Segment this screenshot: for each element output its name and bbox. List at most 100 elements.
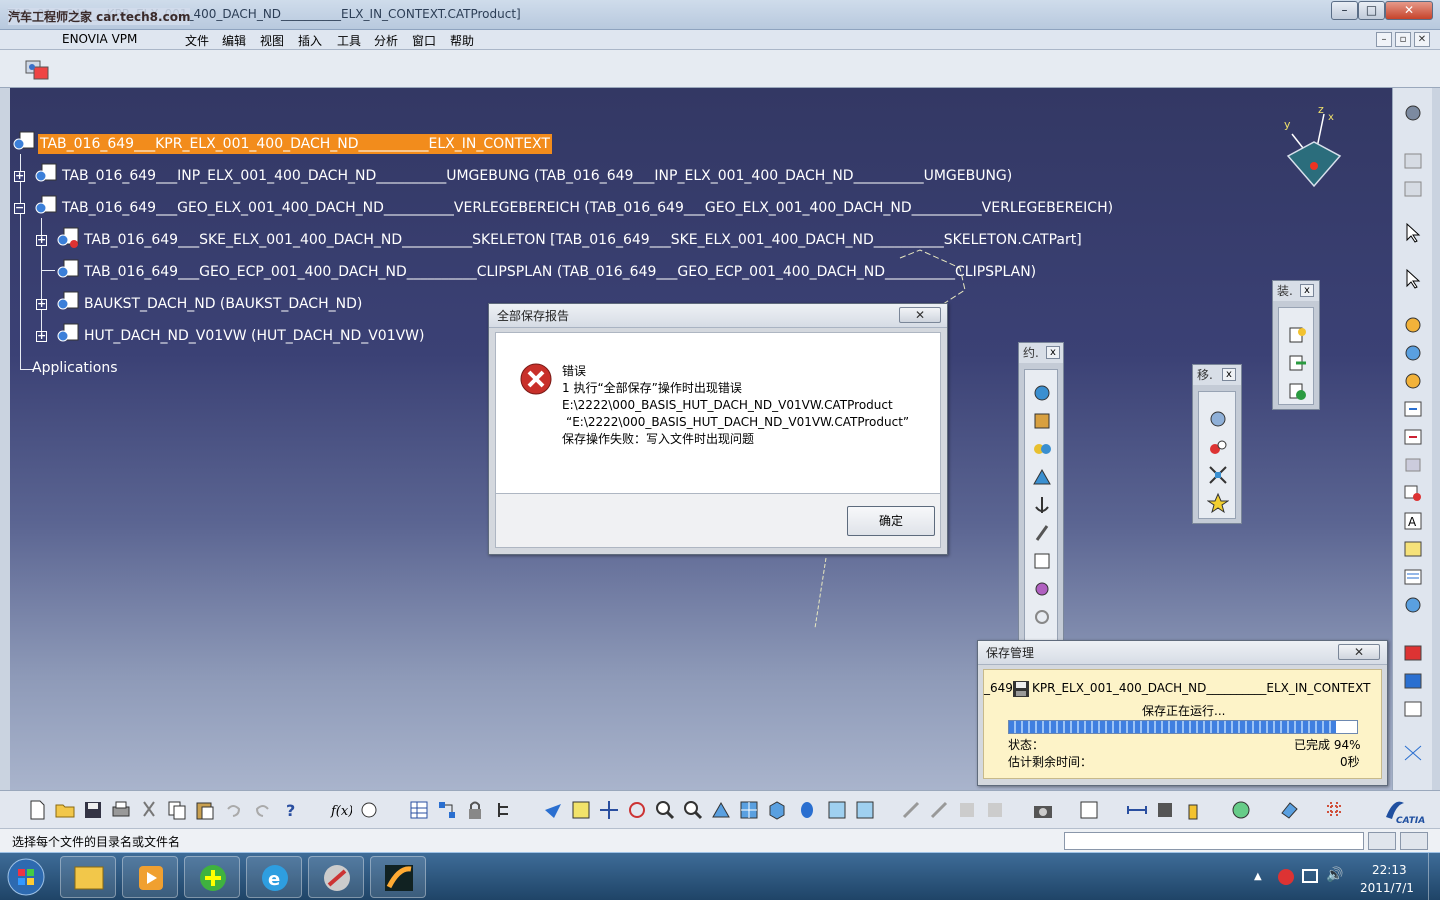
image-taskbar-button[interactable] — [370, 856, 426, 898]
fly-icon[interactable] — [542, 799, 564, 821]
formula-icon[interactable]: f(x) — [330, 799, 353, 821]
iso-view-icon[interactable] — [766, 799, 788, 821]
copy-icon[interactable] — [166, 799, 188, 821]
constraint-icon[interactable] — [1031, 550, 1053, 572]
new-icon[interactable] — [26, 799, 48, 821]
undo-icon[interactable] — [222, 799, 244, 821]
tree-expand-icon[interactable] — [494, 799, 516, 821]
manipulate-icon[interactable] — [1207, 408, 1229, 430]
snap-icon[interactable] — [1207, 436, 1229, 458]
normal-view-icon[interactable] — [710, 799, 732, 821]
expand-button[interactable]: + — [36, 234, 47, 246]
status-button[interactable] — [1400, 832, 1428, 850]
minimize-button[interactable]: – — [1331, 1, 1358, 20]
explorer-taskbar-button[interactable] — [60, 856, 116, 898]
camera-icon[interactable] — [1032, 799, 1054, 821]
tray-arrow-icon[interactable]: ▲ — [1254, 871, 1262, 882]
anchor-icon[interactable] — [1031, 494, 1053, 516]
tree-node[interactable]: TAB_016_649___INP_ELX_001_400_DACH_ND___… — [60, 166, 1014, 186]
menu-insert[interactable]: 插入 — [298, 32, 322, 49]
show-desktop-button[interactable] — [1428, 853, 1440, 900]
maximize-button[interactable]: □ — [1358, 1, 1385, 20]
network-icon[interactable] — [1302, 869, 1318, 883]
workbench-icon[interactable] — [24, 58, 52, 82]
select-arrow-icon[interactable] — [1401, 268, 1425, 290]
clock-time[interactable]: 22:13 — [1372, 863, 1407, 877]
clash-icon[interactable] — [1206, 492, 1230, 514]
select-arrow-icon[interactable] — [1401, 222, 1425, 244]
gear-icon[interactable] — [1401, 314, 1425, 336]
grid-icon[interactable] — [1401, 150, 1425, 172]
volume-icon[interactable]: 🔊 — [1326, 867, 1343, 883]
tool-icon[interactable] — [956, 799, 978, 821]
import-icon[interactable] — [1401, 398, 1425, 420]
scene-icon[interactable] — [1401, 642, 1425, 664]
grid-icon[interactable] — [1324, 799, 1346, 821]
gear-icon[interactable] — [1401, 370, 1425, 392]
table-icon[interactable] — [1401, 538, 1425, 560]
grid-icon[interactable] — [1401, 178, 1425, 200]
constraint-icon[interactable] — [1031, 578, 1053, 600]
fit-all-icon[interactable] — [570, 799, 592, 821]
tree-node[interactable]: BAUKST_DACH_ND (BAUKST_DACH_ND) — [82, 294, 364, 314]
redo-icon[interactable] — [252, 799, 274, 821]
media-player-taskbar-button[interactable] — [122, 856, 178, 898]
hide-show-icon[interactable] — [826, 799, 848, 821]
text-icon[interactable]: A — [1401, 510, 1425, 532]
expand-button[interactable]: + — [36, 330, 47, 342]
tray-app-icon[interactable] — [1278, 869, 1294, 885]
scene-icon[interactable] — [1401, 670, 1425, 692]
ok-button[interactable]: 确定 — [847, 506, 935, 536]
new-part-icon[interactable] — [1286, 380, 1308, 402]
replace-icon[interactable] — [1401, 482, 1425, 504]
bom-icon[interactable] — [1401, 566, 1425, 588]
menu-help[interactable]: 帮助 — [450, 32, 474, 49]
tool-icon[interactable] — [900, 799, 922, 821]
clock-date[interactable]: 2011/7/1 — [1360, 881, 1414, 895]
clip-icon[interactable] — [1031, 522, 1053, 544]
new-component-icon[interactable] — [1286, 324, 1308, 346]
move-palette-close[interactable]: x — [1222, 368, 1236, 381]
zoom-in-icon[interactable] — [654, 799, 676, 821]
menu-enovia[interactable]: ENOVIA VPM — [62, 32, 137, 46]
constraint-icon[interactable] — [1031, 410, 1053, 432]
collapse-button[interactable]: − — [14, 202, 25, 214]
update-icon[interactable] — [1031, 606, 1053, 628]
menu-window[interactable]: 窗口 — [412, 32, 436, 49]
table-icon[interactable] — [408, 799, 430, 821]
open-icon[interactable] — [54, 799, 76, 821]
compass-icon[interactable]: z x y — [1278, 104, 1348, 194]
tree-applications[interactable]: Applications — [30, 358, 120, 378]
constraint-icon[interactable] — [1031, 382, 1053, 404]
scene-icon[interactable] — [1401, 698, 1425, 720]
import-icon[interactable] — [1401, 426, 1425, 448]
assembly-palette-close[interactable]: x — [1300, 284, 1314, 297]
gear-icon[interactable] — [1401, 102, 1425, 124]
print-icon[interactable] — [110, 799, 132, 821]
catalog-icon[interactable] — [1078, 799, 1100, 821]
expand-button[interactable]: + — [36, 298, 47, 310]
dialog-close-button[interactable]: ✕ — [899, 307, 941, 323]
expand-button[interactable]: + — [14, 170, 25, 182]
constraint-icon[interactable] — [1031, 466, 1053, 488]
menu-analysis[interactable]: 分析 — [374, 32, 398, 49]
bottle-icon[interactable] — [1182, 799, 1204, 821]
paste-icon[interactable] — [194, 799, 216, 821]
close-button[interactable]: ✕ — [1385, 1, 1433, 20]
measure-icon[interactable] — [1154, 799, 1176, 821]
constraint-icon[interactable] — [1031, 438, 1053, 460]
help-icon[interactable]: ? — [282, 799, 304, 821]
new-product-icon[interactable] — [1286, 352, 1308, 374]
cut-icon[interactable] — [138, 799, 160, 821]
gear-icon[interactable] — [1401, 342, 1425, 364]
mdi-close-button[interactable]: ✕ — [1414, 32, 1430, 47]
menu-file[interactable]: 文件 — [185, 32, 209, 49]
save-icon[interactable] — [82, 799, 104, 821]
tool-icon[interactable] — [984, 799, 1006, 821]
ie-taskbar-button[interactable]: e — [246, 856, 302, 898]
tool-icon[interactable] — [928, 799, 950, 821]
axis-icon[interactable] — [1401, 742, 1425, 764]
tree-root-node[interactable]: TAB_016_649___KPR_ELX_001_400_DACH_ND___… — [38, 134, 552, 154]
pan-icon[interactable] — [598, 799, 620, 821]
status-button[interactable] — [1368, 832, 1396, 850]
